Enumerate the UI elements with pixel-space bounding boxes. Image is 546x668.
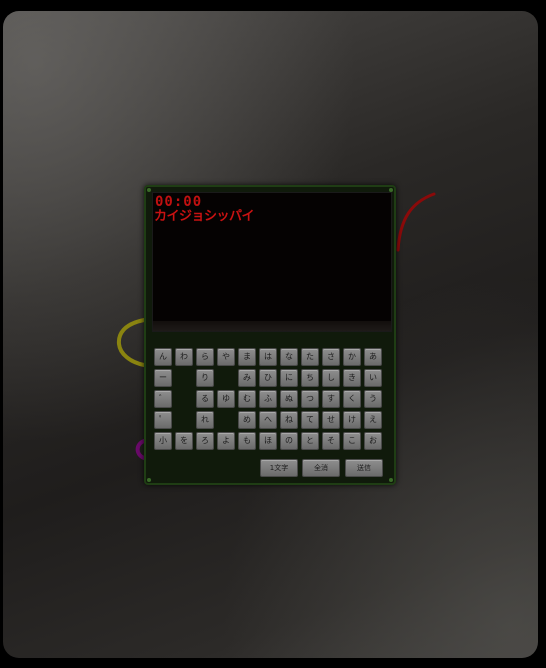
kana-key[interactable]: ー (154, 369, 172, 387)
keyboard-row: 小 を ろ よ も ほ の と そ こ お (152, 432, 390, 450)
kana-key[interactable]: ん (154, 348, 172, 366)
corner-rivet (147, 478, 151, 482)
kana-key[interactable]: ゆ (217, 390, 235, 408)
yellow-arc-decoration (116, 318, 146, 367)
kana-key[interactable]: ま (238, 348, 256, 366)
kana-key[interactable]: の (280, 432, 298, 450)
kana-key[interactable]: す (322, 390, 340, 408)
kana-key[interactable]: ぬ (280, 390, 298, 408)
kana-key[interactable]: も (238, 432, 256, 450)
kana-key[interactable]: ほ (259, 432, 277, 450)
corner-rivet (389, 478, 393, 482)
kana-key[interactable]: へ (259, 411, 277, 429)
kana-key[interactable]: よ (217, 432, 235, 450)
kana-key[interactable]: ち (301, 369, 319, 387)
kana-key[interactable]: や (217, 348, 235, 366)
input-terminal: 00:00 カイジョシッパイ ん わ ら や ま は な た さ か あ ー り… (144, 185, 396, 485)
keyboard-row: ゜ れ め へ ね て せ け え (152, 411, 390, 429)
keyboard-row: ー り み ひ に ち し き い (152, 369, 390, 387)
kana-key[interactable]: か (343, 348, 361, 366)
kana-key[interactable]: あ (364, 348, 382, 366)
kana-key[interactable]: ね (280, 411, 298, 429)
clear-all-button[interactable]: 全消 (302, 459, 340, 477)
kana-key[interactable]: う (364, 390, 382, 408)
kana-key[interactable]: さ (322, 348, 340, 366)
kana-key[interactable]: は (259, 348, 277, 366)
kana-key[interactable]: き (343, 369, 361, 387)
kana-key[interactable]: と (301, 432, 319, 450)
kana-key[interactable]: ら (196, 348, 214, 366)
kana-key[interactable]: り (196, 369, 214, 387)
status-message: カイジョシッパイ (154, 209, 255, 224)
kana-key[interactable]: ひ (259, 369, 277, 387)
kana-key[interactable]: た (301, 348, 319, 366)
keyboard-row: ゛ る ゆ む ふ ぬ つ す く う (152, 390, 390, 408)
kana-key[interactable]: い (364, 369, 382, 387)
kana-key[interactable]: み (238, 369, 256, 387)
kana-key[interactable]: わ (175, 348, 193, 366)
kana-key[interactable]: ふ (259, 390, 277, 408)
kana-key[interactable]: む (238, 390, 256, 408)
kana-key[interactable]: て (301, 411, 319, 429)
kana-key[interactable]: お (364, 432, 382, 450)
backspace-button[interactable]: 1文字 (260, 459, 298, 477)
kana-key[interactable]: し (322, 369, 340, 387)
kana-key[interactable]: け (343, 411, 361, 429)
small-kana-key[interactable]: 小 (154, 432, 172, 450)
screen-bottom-strip (153, 321, 391, 331)
keyboard-row: ん わ ら や ま は な た さ か あ (152, 348, 390, 366)
red-arc-decoration (396, 192, 436, 252)
kana-key[interactable]: え (364, 411, 382, 429)
kana-key[interactable]: つ (301, 390, 319, 408)
kana-key[interactable]: に (280, 369, 298, 387)
kana-key[interactable]: れ (196, 411, 214, 429)
kana-key[interactable]: な (280, 348, 298, 366)
timer-display: 00:00 (155, 194, 203, 210)
corner-rivet (147, 188, 151, 192)
kana-key[interactable]: こ (343, 432, 361, 450)
kana-key[interactable]: せ (322, 411, 340, 429)
handakuten-key[interactable]: ゜ (154, 411, 172, 429)
dakuten-key[interactable]: ゛ (154, 390, 172, 408)
kana-key[interactable]: く (343, 390, 361, 408)
kana-key[interactable]: る (196, 390, 214, 408)
kana-key[interactable]: め (238, 411, 256, 429)
kana-key[interactable]: そ (322, 432, 340, 450)
kana-key[interactable]: ろ (196, 432, 214, 450)
kana-key[interactable]: を (175, 432, 193, 450)
submit-button[interactable]: 送信 (345, 459, 383, 477)
display-screen: 00:00 カイジョシッパイ (152, 192, 392, 332)
